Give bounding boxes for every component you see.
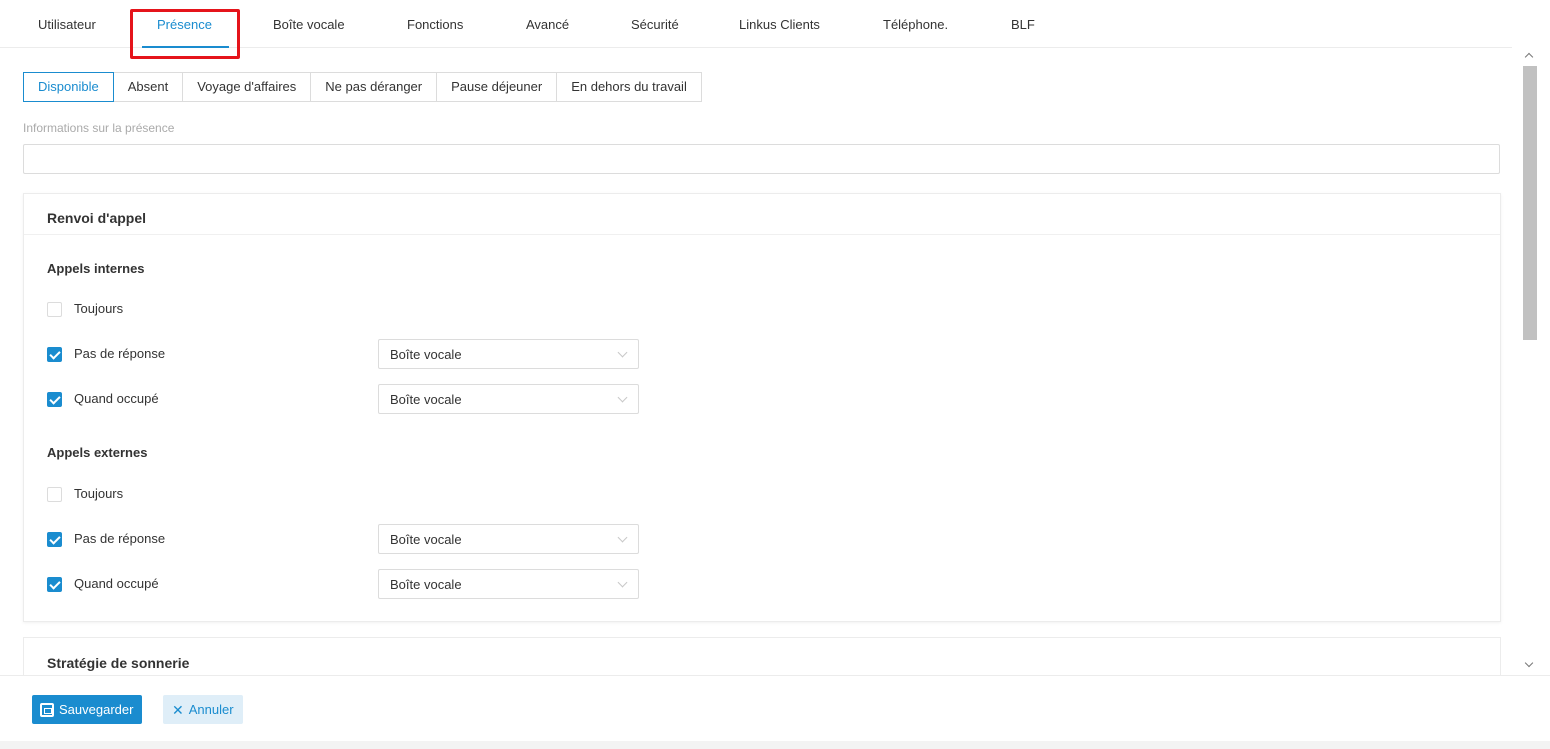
tab-boite-vocale[interactable]: Boîte vocale xyxy=(273,17,345,32)
internal-always-checkbox[interactable] xyxy=(47,302,62,317)
scroll-down-arrow-icon[interactable] xyxy=(1524,658,1534,668)
internal-calls-title: Appels internes xyxy=(47,261,145,276)
status-pause-dejeuner[interactable]: Pause déjeuner xyxy=(436,72,558,102)
vertical-scrollbar[interactable] xyxy=(1521,48,1538,672)
cancel-button[interactable]: ✕ Annuler xyxy=(163,695,243,724)
save-label: Sauvegarder xyxy=(59,702,134,717)
external-busy-destination-select[interactable]: Boîte vocale xyxy=(378,569,639,599)
status-en-dehors-travail[interactable]: En dehors du travail xyxy=(556,72,702,102)
active-tab-indicator xyxy=(142,46,229,48)
card-title: Stratégie de sonnerie xyxy=(47,655,190,671)
checkbox-label: Toujours xyxy=(74,301,124,316)
checkbox-label: Pas de réponse xyxy=(74,346,166,361)
chevron-down-icon xyxy=(617,347,628,358)
checkbox-label: Pas de réponse xyxy=(74,531,166,546)
checkbox-label: Quand occupé xyxy=(74,576,159,591)
floppy-disk-icon xyxy=(40,702,54,717)
call-forwarding-card: Renvoi d'appel Appels internes Toujours … xyxy=(23,193,1501,622)
internal-busy-checkbox[interactable] xyxy=(47,392,62,407)
scroll-up-arrow-icon[interactable] xyxy=(1524,52,1534,62)
select-value: Boîte vocale xyxy=(390,392,462,407)
internal-busy-destination-select[interactable]: Boîte vocale xyxy=(378,384,639,414)
footer-bottom-strip xyxy=(0,741,1550,749)
top-tab-bar: Utilisateur Présence Boîte vocale Foncti… xyxy=(0,0,1512,48)
status-voyage-affaires[interactable]: Voyage d'affaires xyxy=(182,72,312,102)
external-no-answer-destination-select[interactable]: Boîte vocale xyxy=(378,524,639,554)
tab-telephone[interactable]: Téléphone. xyxy=(883,17,948,32)
tab-fonctions[interactable]: Fonctions xyxy=(407,17,463,32)
tab-presence[interactable]: Présence xyxy=(157,17,212,32)
external-always-checkbox[interactable] xyxy=(47,487,62,502)
chevron-down-icon xyxy=(617,532,628,543)
presence-status-selector: Disponible Absent Voyage d'affaires Ne p… xyxy=(23,72,702,102)
close-icon: ✕ xyxy=(172,701,184,718)
tab-securite[interactable]: Sécurité xyxy=(631,17,679,32)
save-button[interactable]: Sauvegarder xyxy=(32,695,143,724)
cancel-label: Annuler xyxy=(188,702,234,717)
status-disponible[interactable]: Disponible xyxy=(23,72,114,102)
internal-no-answer-destination-select[interactable]: Boîte vocale xyxy=(378,339,639,369)
internal-no-answer-checkbox[interactable] xyxy=(47,347,62,362)
tab-utilisateur[interactable]: Utilisateur xyxy=(38,17,96,32)
chevron-down-icon xyxy=(617,577,628,588)
select-value: Boîte vocale xyxy=(390,347,462,362)
presence-info-input[interactable] xyxy=(23,144,1500,174)
select-value: Boîte vocale xyxy=(390,577,462,592)
external-busy-checkbox[interactable] xyxy=(47,577,62,592)
divider xyxy=(24,234,1500,235)
external-calls-title: Appels externes xyxy=(47,445,148,460)
presence-info-label: Informations sur la présence xyxy=(23,121,175,135)
chevron-down-icon xyxy=(617,392,628,403)
footer-bar: Sauvegarder ✕ Annuler xyxy=(0,675,1550,749)
checkbox-label: Toujours xyxy=(74,486,124,501)
tab-linkus-clients[interactable]: Linkus Clients xyxy=(739,17,820,32)
scrollbar-thumb[interactable] xyxy=(1523,66,1537,340)
tab-avance[interactable]: Avancé xyxy=(526,17,569,32)
card-title: Renvoi d'appel xyxy=(47,210,147,226)
select-value: Boîte vocale xyxy=(390,532,462,547)
external-no-answer-checkbox[interactable] xyxy=(47,532,62,547)
status-absent[interactable]: Absent xyxy=(112,72,184,102)
tab-blf[interactable]: BLF xyxy=(1011,17,1035,32)
checkbox-label: Quand occupé xyxy=(74,391,159,406)
status-ne-pas-deranger[interactable]: Ne pas déranger xyxy=(310,72,438,102)
